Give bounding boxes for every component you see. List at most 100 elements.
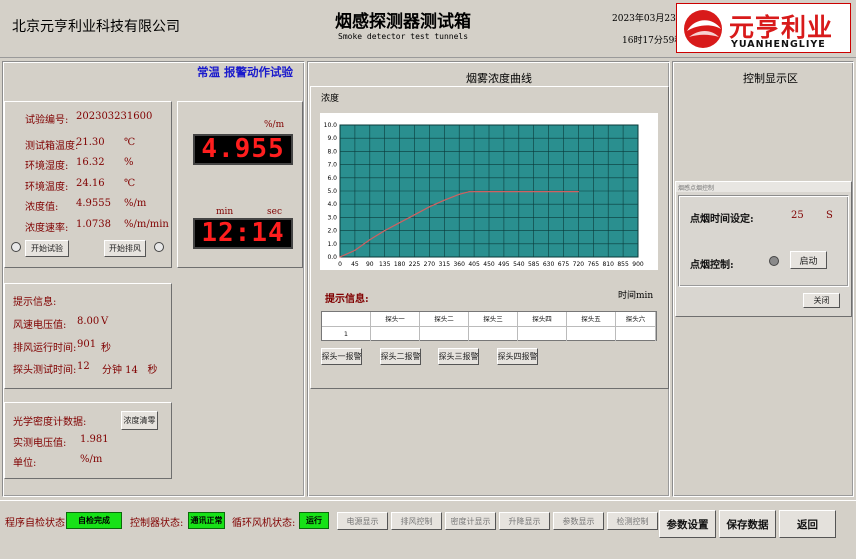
info-unit: ℃: [124, 137, 136, 148]
chart-x-tick-label: 225: [409, 261, 421, 268]
tip-label: 排风运行时间:: [13, 343, 77, 354]
chart-data-point: [458, 193, 460, 195]
chart-y-tick-label: 2.0: [327, 228, 337, 235]
start-test-button[interactable]: 开始试验: [25, 240, 69, 257]
save-data-button[interactable]: 保存数据: [719, 510, 776, 538]
chart-y-tick-label: 1.0: [327, 241, 337, 248]
back-button[interactable]: 返回: [779, 510, 836, 538]
chart-x-tick-label: 270: [424, 261, 436, 268]
tip-unit: V: [101, 316, 109, 327]
chart-tips-label: 提示信息:: [325, 294, 369, 305]
probe-table: 探头一 探头二 探头三 探头四 探头五 探头六 1: [321, 311, 657, 341]
table-header-cell: 探头三: [469, 312, 518, 327]
table-header-cell: 探头二: [420, 312, 469, 327]
ignite-time-value[interactable]: 25: [791, 210, 804, 221]
chart-data-point: [443, 199, 445, 201]
probe-alarm-button[interactable]: 探头四报警: [497, 348, 538, 365]
info-unit: ℃: [124, 178, 136, 189]
chart-x-tick-label: 675: [558, 261, 570, 268]
tip-label: 探头测试时间:: [13, 365, 77, 376]
footer-nav-button[interactable]: 升降显示: [499, 512, 550, 530]
chart-data-point: [369, 239, 371, 241]
chart-x-tick-label: 315: [439, 261, 451, 268]
fan-status: 运行: [299, 512, 329, 529]
concentration-clear-button[interactable]: 浓度清零: [121, 411, 158, 430]
table-header-cell: 探头五: [567, 312, 616, 327]
dialog-close-button[interactable]: 关闭: [803, 293, 840, 308]
tip-value: 901: [77, 339, 97, 350]
info-unit: %/m/min: [124, 219, 169, 230]
info-label: 环境温度:: [25, 182, 69, 193]
chart-x-tick-label: 180: [394, 261, 406, 268]
param-settings-button[interactable]: 参数设置: [659, 510, 716, 538]
footer-nav-button[interactable]: 排风控制: [391, 512, 442, 530]
table-cell: [567, 327, 616, 341]
info-label: 试验编号:: [25, 115, 69, 126]
info-label: 浓度值:: [25, 202, 59, 213]
controller-label: 控制器状态:: [130, 518, 184, 529]
exhaust-indicator: [154, 242, 164, 252]
concentration-unit: %/m: [264, 120, 285, 130]
info-value: 21.30: [76, 137, 105, 148]
footer-nav-button[interactable]: 检测控制: [607, 512, 658, 530]
voltage-value: 1.981: [80, 434, 109, 445]
table-header-cell: [322, 312, 371, 327]
start-exhaust-button[interactable]: 开始排风: [104, 240, 146, 257]
concentration-led-value: 4.955: [201, 134, 285, 164]
info-unit: %: [124, 157, 134, 168]
ignite-time-label: 点烟时间设定:: [690, 214, 754, 225]
info-unit: %/m: [124, 198, 147, 209]
chart-frame: 0 45 90 135 180 225 270 315 360 405 450 495 540 585 63…: [320, 113, 658, 270]
chart-x-tick-label: 45: [351, 261, 359, 268]
footer-nav-button[interactable]: 电源显示: [337, 512, 388, 530]
ignite-settings-box: [678, 195, 849, 287]
probe-alarm-button[interactable]: 探头二报警: [380, 348, 421, 365]
probe-alarm-button[interactable]: 探头三报警: [438, 348, 479, 365]
table-header-cell: 探头一: [371, 312, 420, 327]
ignite-time-unit: S: [826, 210, 833, 221]
ignite-start-button[interactable]: 启动: [790, 251, 827, 269]
chart-y-tick-label: 8.0: [327, 148, 337, 155]
chart-x-tick-label: 765: [588, 261, 600, 268]
table-cell: [616, 327, 656, 341]
chart-x-tick-label: 450: [483, 261, 495, 268]
unit-value: %/m: [80, 454, 103, 465]
table-header-cell: 探头四: [518, 312, 567, 327]
info-value: 202303231600: [76, 111, 153, 122]
tip-value: 8.00: [77, 316, 100, 327]
footer-nav-button[interactable]: 参数显示: [553, 512, 604, 530]
info-value: 16.32: [76, 157, 105, 168]
controller-status: 通讯正常: [188, 512, 225, 529]
chart-x-tick-label: 900: [632, 261, 644, 268]
table-cell: [420, 327, 469, 341]
probe-alarm-button[interactable]: 探头一报警: [321, 348, 362, 365]
chart-y-tick-label: 9.0: [327, 135, 337, 142]
sec-label: sec: [267, 207, 282, 217]
test-mode-title: 常温 报警动作试验: [197, 65, 294, 79]
chart-x-tick-label: 90: [366, 261, 374, 268]
chart-x-tick-label: 630: [543, 261, 555, 268]
control-area-title: 控制显示区: [743, 72, 798, 85]
tip-unit: 分钟 14 秒: [102, 365, 158, 376]
app-title: 烟感探测器测试箱: [335, 12, 471, 32]
ignite-indicator: [769, 256, 779, 266]
chart-x-tick-label: 0: [338, 261, 342, 268]
footer-nav-button[interactable]: 密度计显示: [445, 512, 496, 530]
chart-data-point: [478, 190, 480, 193]
ignite-control-label: 点烟控制:: [690, 260, 734, 271]
info-label: 测试箱温度:: [25, 141, 79, 152]
chart-data-point: [339, 256, 341, 258]
table-cell: 1: [322, 327, 371, 341]
concentration-led: 4.955: [193, 134, 293, 165]
date-display: 2023年03月23日: [612, 14, 685, 24]
tip-unit: 秒: [101, 343, 111, 354]
chart-section-title: 烟雾浓度曲线: [466, 72, 532, 85]
unit-label: 单位:: [13, 458, 37, 469]
logo-subtext: YUANHENGLIYE: [731, 39, 826, 50]
chart-y-tick-label: 4.0: [327, 201, 337, 208]
chart-y-tick-label: 5.0: [327, 188, 337, 195]
table-header-cell: 探头六: [616, 312, 656, 327]
logo-emblem-icon: [684, 10, 722, 48]
chart-x-tick-label: 405: [468, 261, 480, 268]
chart-xlabel: 时间min: [618, 291, 654, 301]
